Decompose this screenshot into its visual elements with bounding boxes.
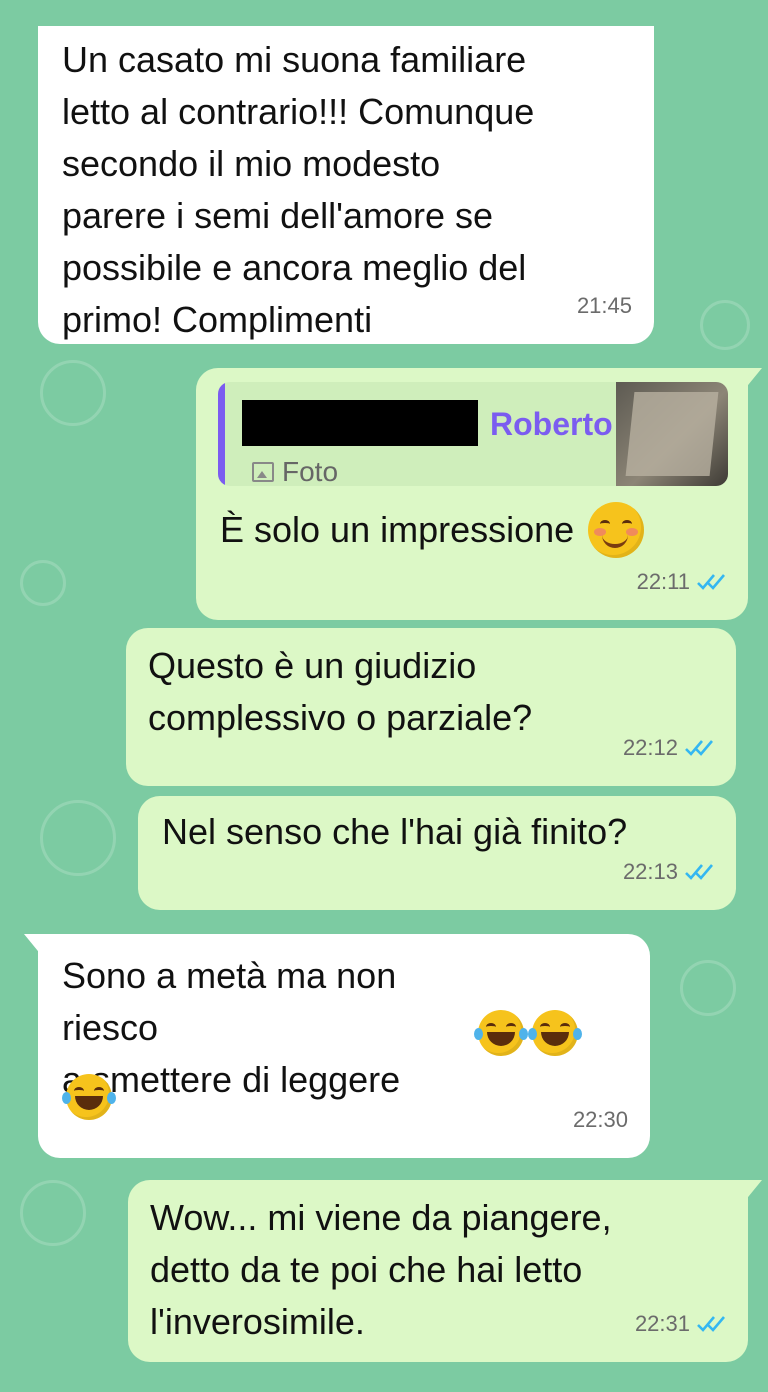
tears-of-joy-icon (474, 1010, 528, 1056)
quote-accent-bar (218, 382, 225, 486)
eye-right (94, 1087, 104, 1095)
read-receipt-icon (697, 574, 725, 590)
eye-right (506, 1023, 516, 1031)
message-text: Sono a metà ma non riesco a smettere di … (62, 955, 401, 1100)
bubble-tail (24, 934, 42, 956)
message-bubble-outgoing[interactable]: Nel senso che l'hai già finito? 22:13 (138, 796, 736, 910)
eye-right (560, 1023, 570, 1031)
message-meta: 21:45 (577, 280, 632, 332)
wallpaper-doodle (40, 360, 106, 426)
eye-left (600, 520, 611, 528)
message-time: 22:13 (622, 859, 678, 884)
quoted-message[interactable]: Roberto Foto (218, 382, 728, 486)
tears-of-joy-icon (528, 1010, 582, 1056)
tear-right (107, 1092, 116, 1104)
message-meta: 22:11 (637, 556, 726, 608)
eye-left (540, 1023, 550, 1031)
quote-sender-name: Roberto (490, 406, 613, 442)
eye-left (74, 1087, 84, 1095)
eye-left (486, 1023, 496, 1031)
eye-right (622, 520, 633, 528)
message-time: 22:30 (572, 1107, 628, 1132)
tear-left (528, 1028, 537, 1040)
photo-icon (252, 462, 274, 482)
tear-right (573, 1028, 582, 1040)
quote-media-label: Foto (252, 446, 338, 486)
wallpaper-doodle (20, 1180, 86, 1246)
tears-of-joy-icon (62, 1074, 116, 1120)
wallpaper-doodle (20, 560, 66, 606)
message-time: 21:45 (576, 293, 632, 318)
bubble-tail (744, 1180, 762, 1202)
wallpaper-doodle (680, 960, 736, 1016)
read-receipt-icon (697, 1316, 725, 1332)
smirk-face-icon (588, 502, 645, 558)
mouth (487, 1032, 515, 1046)
quote-thumbnail-image (616, 382, 728, 486)
mouth (541, 1032, 569, 1046)
tear-left (474, 1028, 483, 1040)
message-bubble-incoming[interactable]: Sono a metà ma non riesco a smettere di … (24, 934, 650, 1158)
message-meta: 22:30 (573, 1094, 628, 1146)
wallpaper-doodle (40, 800, 116, 876)
message-meta: 22:12 (623, 722, 714, 774)
message-text: È solo un impressione (220, 509, 575, 550)
message-bubble-outgoing[interactable]: Wow... mi viene da piangere, detto da te… (128, 1180, 762, 1362)
message-meta: 22:13 (623, 846, 714, 898)
mouth (75, 1096, 103, 1110)
thumbnail-page (625, 392, 719, 476)
emoji-group (474, 1010, 582, 1056)
smile (602, 532, 629, 548)
message-bubble-outgoing[interactable]: Roberto Foto È solo un impressione 22:11 (196, 368, 762, 620)
message-time: 22:12 (622, 735, 678, 760)
message-meta: 22:31 (635, 1298, 726, 1350)
message-time: 22:31 (634, 1311, 690, 1336)
message-bubble-incoming[interactable]: Un casato mi suona familiare letto al co… (38, 26, 654, 344)
quote-media-text: Foto (282, 456, 339, 486)
tear-right (519, 1028, 528, 1040)
message-text: Un casato mi suona familiare letto al co… (62, 39, 535, 340)
read-receipt-icon (685, 740, 713, 756)
tear-left (62, 1092, 71, 1104)
read-receipt-icon (685, 864, 713, 880)
message-time: 22:11 (636, 569, 690, 594)
message-bubble-outgoing[interactable]: Questo è un giudizio complessivo o parzi… (126, 628, 736, 786)
wallpaper-doodle (700, 300, 750, 350)
bubble-tail (744, 368, 762, 390)
redacted-name-block (242, 400, 478, 446)
